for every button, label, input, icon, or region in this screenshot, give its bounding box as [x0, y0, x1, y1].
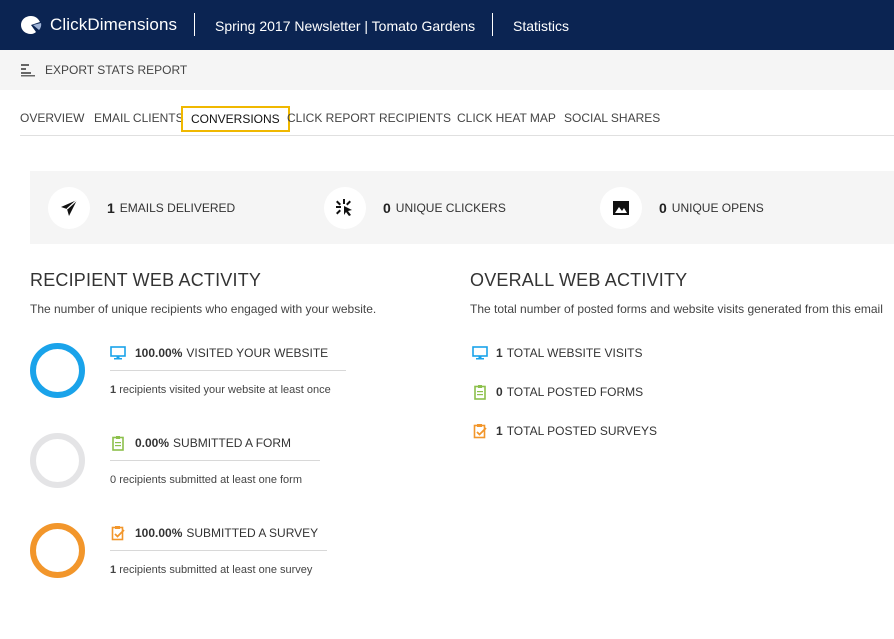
total-posted-surveys: 1 TOTAL POSTED SURVEYS — [472, 423, 657, 439]
section-title: Statistics — [513, 18, 570, 34]
recipient-activity-subtitle: The number of unique recipients who enga… — [30, 302, 377, 316]
stat-label: UNIQUE CLICKERS — [395, 200, 506, 215]
submitted-survey-desc: 1 recipients submitted at least one surv… — [110, 564, 312, 576]
overall-activity-title: OVERALL WEB ACTIVITY — [470, 270, 688, 290]
tab-conversions[interactable]: CONVERSIONS — [181, 106, 290, 132]
total-website-visits: 1 TOTAL WEBSITE VISITS — [472, 345, 643, 361]
toolbar: EXPORT STATS REPORT — [0, 50, 894, 90]
export-stats-label: EXPORT STATS REPORT — [45, 63, 188, 77]
summary-stats-panel: 1 EMAILS DELIVERED 0 UNIQUE CLICKERS 0 U… — [30, 171, 894, 244]
clipboard-icon — [112, 436, 124, 451]
tab-click-heat-map[interactable]: CLICK HEAT MAP — [457, 106, 556, 132]
stat-icon-circle — [324, 186, 366, 229]
submitted-survey-heading: 100.00% SUBMITTED A SURVEY — [110, 525, 327, 551]
stat-emails-delivered: 1 EMAILS DELIVERED — [48, 171, 235, 244]
stat-icon-circle — [48, 186, 90, 229]
clipboard-icon — [474, 385, 486, 400]
stat-value: 1 — [107, 199, 115, 216]
tab-social-shares[interactable]: SOCIAL SHARES — [564, 106, 660, 132]
total-posted-surveys-label: TOTAL POSTED SURVEYS — [506, 424, 657, 438]
submitted-form-count: 0 — [110, 474, 117, 486]
total-posted-surveys-value: 1 — [496, 424, 503, 438]
open-envelope-icon — [613, 200, 629, 215]
stat-value: 0 — [659, 199, 667, 216]
submitted-form-desc-text: recipients submitted at least one form — [119, 474, 302, 486]
stat-unique-opens: 0 UNIQUE OPENS — [600, 171, 764, 244]
tab-click-report[interactable]: CLICK REPORT — [287, 106, 375, 132]
email-title: Spring 2017 Newsletter | Tomato Gardens — [215, 18, 476, 34]
submitted-form-desc: 0 recipients submitted at least one form — [110, 474, 302, 486]
paper-plane-icon — [61, 199, 78, 216]
submitted-form-label: SUBMITTED A FORM — [173, 436, 292, 450]
visited-website-desc: 1 recipients visited your website at lea… — [110, 384, 331, 396]
total-website-visits-label: TOTAL WEBSITE VISITS — [506, 346, 643, 360]
recipient-activity-title: RECIPIENT WEB ACTIVITY — [30, 270, 262, 290]
total-posted-forms-label: TOTAL POSTED FORMS — [506, 385, 644, 399]
app-logo[interactable]: ClickDimensions — [20, 0, 177, 50]
total-website-visits-value: 1 — [496, 346, 503, 360]
report-bars-icon — [21, 64, 35, 77]
submitted-survey-percent: 100.00% — [135, 526, 183, 540]
submitted-survey-count: 1 — [110, 564, 117, 576]
monitor-icon — [472, 346, 488, 360]
visited-website-ring — [30, 343, 85, 398]
tab-email-clients[interactable]: EMAIL CLIENTS — [94, 106, 184, 132]
tab-recipients[interactable]: RECIPIENTS — [379, 106, 451, 132]
submitted-form-heading: 0.00% SUBMITTED A FORM — [110, 435, 320, 461]
clickdimensions-logo-icon — [21, 16, 42, 34]
tab-overview[interactable]: OVERVIEW — [20, 106, 84, 132]
top-header-bar: ClickDimensions Spring 2017 Newsletter |… — [0, 0, 894, 50]
stat-icon-circle — [600, 186, 642, 229]
visited-website-desc-text: recipients visited your website at least… — [119, 384, 331, 396]
monitor-icon — [110, 346, 126, 360]
visited-website-percent: 100.00% — [135, 346, 183, 360]
header-divider — [492, 13, 493, 36]
submitted-survey-label: SUBMITTED A SURVEY — [186, 526, 319, 540]
stats-tabs: OVERVIEW EMAIL CLIENTS CONVERSIONS CLICK… — [20, 90, 894, 136]
submitted-form-percent: 0.00% — [135, 436, 170, 450]
stat-unique-clickers: 0 UNIQUE CLICKERS — [324, 171, 506, 244]
stat-label: UNIQUE OPENS — [671, 200, 764, 215]
submitted-survey-ring — [30, 523, 85, 578]
submitted-form-ring — [30, 433, 85, 488]
total-posted-forms: 0 TOTAL POSTED FORMS — [472, 384, 643, 400]
submitted-survey-desc-text: recipients submitted at least one survey — [119, 564, 313, 576]
visited-website-count: 1 — [110, 384, 117, 396]
stat-value: 0 — [383, 199, 391, 216]
survey-check-icon — [111, 526, 125, 541]
visited-website-heading: 100.00% VISITED YOUR WEBSITE — [110, 345, 346, 371]
total-posted-forms-value: 0 — [496, 385, 503, 399]
stat-label: EMAILS DELIVERED — [119, 200, 236, 215]
app-name: ClickDimensions — [50, 15, 178, 34]
visited-website-label: VISITED YOUR WEBSITE — [186, 346, 329, 360]
header-divider — [194, 13, 195, 36]
survey-check-icon — [473, 424, 487, 439]
overall-activity-subtitle: The total number of posted forms and web… — [470, 302, 883, 316]
click-burst-icon — [336, 198, 352, 216]
export-stats-button[interactable]: EXPORT STATS REPORT — [20, 50, 187, 90]
